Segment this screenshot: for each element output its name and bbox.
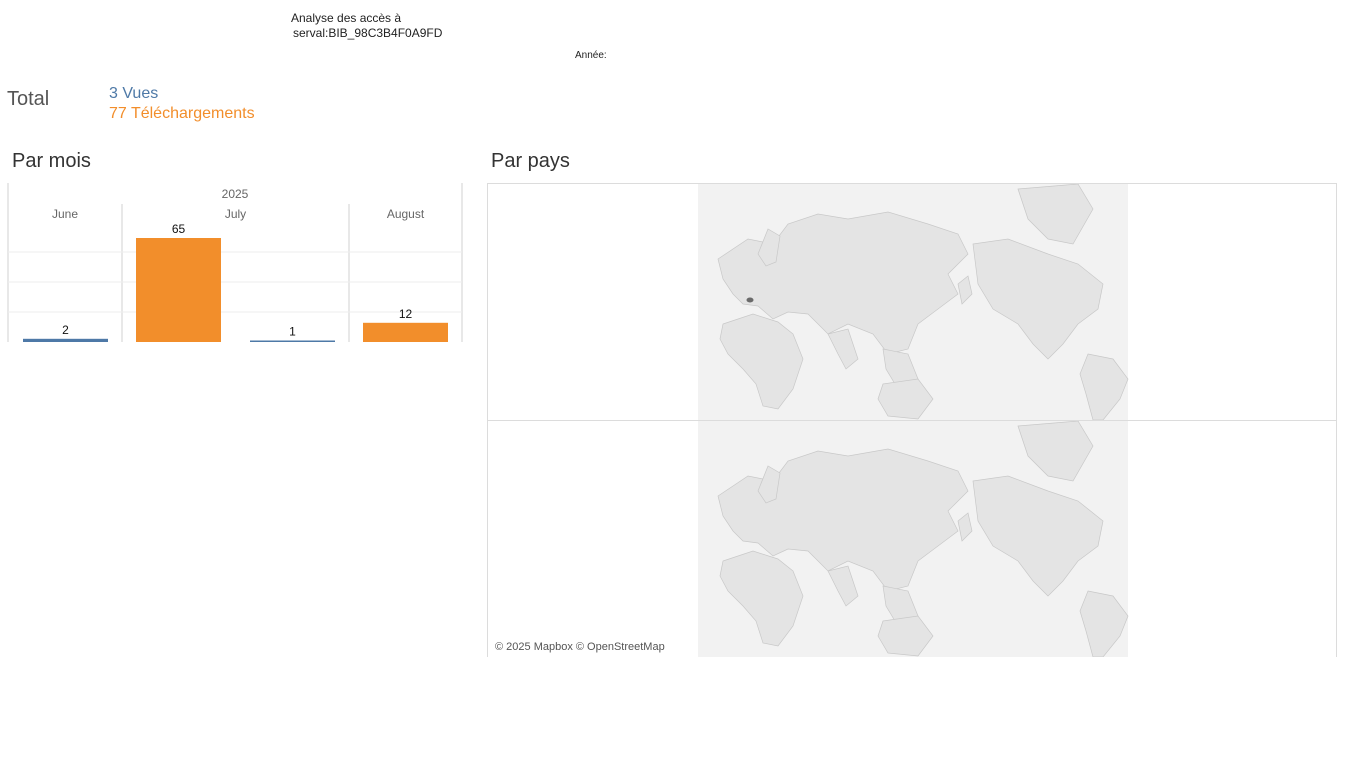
month-header-august: August	[387, 207, 425, 221]
world-map-views-svg	[698, 184, 1129, 420]
total-downloads: 77 Téléchargements	[109, 105, 255, 122]
page-title-line1: Analyse des accès à	[291, 11, 402, 25]
total-label: Total	[7, 88, 50, 110]
bar-vues-july	[250, 340, 335, 342]
total-views: 3 Vues	[109, 85, 159, 102]
data-label-téléchargements-july: 65	[172, 222, 186, 236]
data-label-téléchargements-august: 12	[399, 307, 413, 321]
year-filter-label[interactable]: Année:	[575, 50, 607, 61]
country-map-panel[interactable]	[487, 183, 1337, 657]
monthly-bar-chart[interactable]: 2025 June July August 2 65 1 12	[0, 175, 470, 350]
by-month-title: Par mois	[12, 150, 91, 172]
year-header: 2025	[222, 187, 249, 201]
bar-téléchargements-july	[136, 238, 221, 342]
bar-vues-june	[23, 338, 108, 342]
data-label-vues-july: 1	[289, 325, 296, 339]
downloads-world-map[interactable]	[488, 421, 1336, 657]
views-world-map[interactable]	[488, 184, 1336, 421]
monthly-bar-chart-svg: 2025 June July August 2 65 1 12	[7, 183, 463, 342]
page-title-identifier: serval:BIB_98C3B4F0A9FD	[293, 26, 443, 40]
bar-téléchargements-august	[363, 322, 448, 342]
highlighted-country-marker[interactable]	[746, 297, 754, 303]
month-header-july: July	[225, 207, 246, 221]
data-label-vues-june: 2	[62, 323, 69, 337]
by-country-title: Par pays	[491, 150, 570, 172]
month-header-june: June	[52, 207, 78, 221]
world-map-downloads-svg	[698, 421, 1129, 657]
map-attribution[interactable]: © 2025 Mapbox © OpenStreetMap	[495, 641, 665, 653]
